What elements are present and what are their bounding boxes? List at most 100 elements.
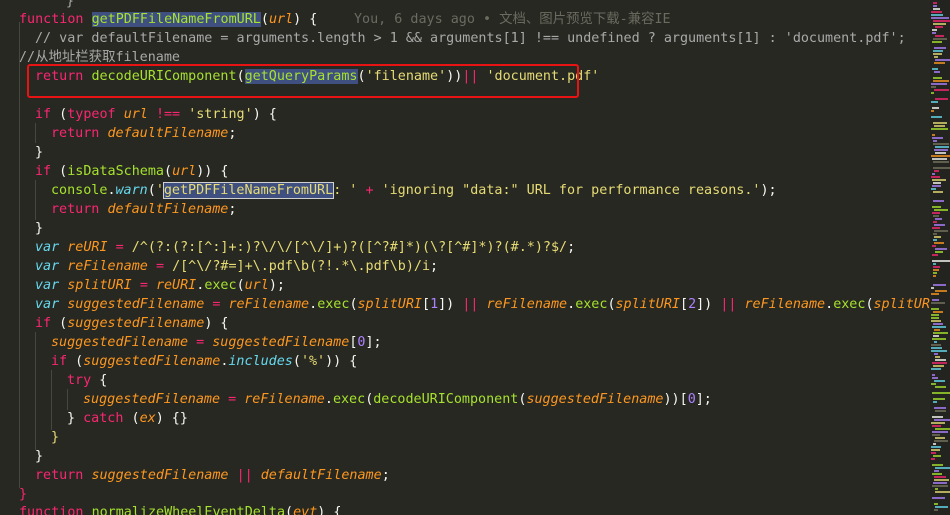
minimap-line bbox=[935, 218, 942, 220]
minimap-line bbox=[932, 260, 950, 262]
minimap-line bbox=[933, 221, 937, 223]
minimap-line bbox=[932, 254, 938, 256]
parameter: url bbox=[244, 278, 269, 293]
minimap-line bbox=[934, 509, 938, 511]
operator: || bbox=[462, 297, 479, 312]
minimap-line bbox=[934, 476, 946, 478]
code-line: } bbox=[19, 487, 28, 502]
code-line: try { bbox=[67, 373, 108, 388]
code-line: var reFilename = /[^\/?#=]+\.pdf\b(?!.*\… bbox=[35, 259, 439, 274]
code-line: } bbox=[35, 145, 44, 160]
minimap-line bbox=[931, 452, 936, 454]
minimap-line bbox=[931, 101, 938, 103]
keyword: var bbox=[35, 259, 60, 274]
variable: reFilename bbox=[67, 259, 148, 274]
keyword: if bbox=[35, 316, 52, 331]
method: exec bbox=[332, 392, 366, 407]
code-editor[interactable]: } function getPDFFileNameFromURL(url) { … bbox=[0, 0, 930, 515]
keyword: if bbox=[51, 354, 68, 369]
indent-guide bbox=[35, 180, 36, 220]
code-line: function getPDFFileNameFromURL(url) { bbox=[19, 10, 317, 29]
minimap-line bbox=[933, 191, 943, 193]
minimap-line bbox=[935, 437, 945, 439]
operator: || bbox=[720, 297, 737, 312]
operator: || bbox=[236, 468, 253, 483]
method: warn bbox=[115, 183, 148, 198]
minimap-line bbox=[932, 29, 937, 31]
minimap-line bbox=[933, 80, 949, 82]
minimap-line bbox=[932, 41, 942, 43]
minimap-line bbox=[931, 449, 940, 451]
keyword: return bbox=[35, 468, 84, 483]
minimap-line bbox=[935, 428, 950, 430]
parameter: evt bbox=[293, 505, 318, 515]
minimap-line bbox=[931, 368, 941, 370]
number: 1 bbox=[430, 297, 439, 312]
minimap-line bbox=[935, 26, 943, 28]
indent-guide bbox=[51, 370, 52, 430]
minimap-line bbox=[932, 377, 938, 379]
minimap-line bbox=[931, 383, 936, 385]
indent-guide bbox=[67, 389, 68, 410]
minimap-line bbox=[931, 14, 943, 16]
variable: suggestedFilename bbox=[212, 335, 350, 350]
operator: = bbox=[228, 392, 237, 407]
minimap-line bbox=[932, 416, 943, 418]
code-line: var reURI = /^(?:(?:[^:]+:)?\/\/[^\/]+)?… bbox=[35, 240, 576, 255]
minimap-line bbox=[932, 362, 947, 364]
code-line: var suggestedFilename = reFilename.exec(… bbox=[35, 295, 930, 314]
variable: splitURI bbox=[357, 297, 423, 312]
minimap-line bbox=[935, 506, 948, 508]
function-name: getPDFFileNameFromURL bbox=[91, 12, 261, 27]
number: 0 bbox=[687, 392, 696, 407]
operator: !== bbox=[155, 107, 181, 122]
minimap-line bbox=[931, 92, 934, 94]
minimap-line bbox=[933, 443, 936, 445]
minimap[interactable] bbox=[930, 0, 950, 515]
minimap-line bbox=[933, 284, 946, 286]
method: exec bbox=[204, 278, 237, 293]
method: exec bbox=[575, 297, 608, 312]
minimap-line bbox=[932, 245, 936, 247]
function-name: normalizeWheelEventDelta bbox=[91, 505, 286, 515]
number: 2 bbox=[688, 297, 697, 312]
variable: defaultFilename bbox=[107, 126, 229, 141]
minimap-line bbox=[933, 455, 941, 457]
regex: /[^\/?#=]+\.pdf\b(?!.*\.pdf\b)/i bbox=[172, 259, 431, 274]
minimap-line bbox=[934, 407, 946, 409]
keyword: var bbox=[35, 278, 60, 293]
minimap-line bbox=[931, 347, 942, 349]
minimap-line bbox=[934, 224, 945, 226]
function-call: decodeURIComponent bbox=[373, 392, 519, 407]
operator: = bbox=[115, 240, 124, 255]
minimap-line bbox=[931, 302, 945, 304]
code-line: return suggestedFilename || defaultFilen… bbox=[35, 468, 390, 483]
keyword: if bbox=[35, 164, 52, 179]
minimap-line bbox=[932, 464, 943, 466]
minimap-line bbox=[931, 422, 945, 424]
code-line: if (suggestedFilename) { bbox=[35, 316, 229, 331]
operator: + bbox=[365, 183, 374, 198]
method: exec bbox=[317, 297, 350, 312]
minimap-line bbox=[933, 122, 947, 124]
variable: reFilename bbox=[486, 297, 568, 312]
minimap-line bbox=[935, 467, 950, 469]
minimap-line bbox=[934, 341, 937, 343]
code-line: return defaultFilename; bbox=[51, 202, 237, 217]
minimap-line bbox=[933, 311, 943, 313]
code-line: if (isDataSchema(url)) { bbox=[35, 164, 229, 179]
minimap-line bbox=[932, 227, 940, 229]
string: 'string' bbox=[188, 107, 253, 122]
minimap-line bbox=[933, 272, 937, 274]
code-line: suggestedFilename = suggestedFilename[0]… bbox=[51, 335, 382, 350]
keyword: if bbox=[35, 107, 52, 122]
minimap-line bbox=[931, 110, 934, 112]
string: '%' bbox=[300, 354, 326, 369]
minimap-line bbox=[933, 401, 937, 403]
minimap-line bbox=[934, 47, 946, 49]
minimap-line bbox=[933, 161, 949, 163]
variable: reFilename bbox=[244, 392, 325, 407]
minimap-line bbox=[932, 134, 935, 136]
minimap-line bbox=[934, 230, 948, 232]
minimap-line bbox=[934, 71, 940, 73]
